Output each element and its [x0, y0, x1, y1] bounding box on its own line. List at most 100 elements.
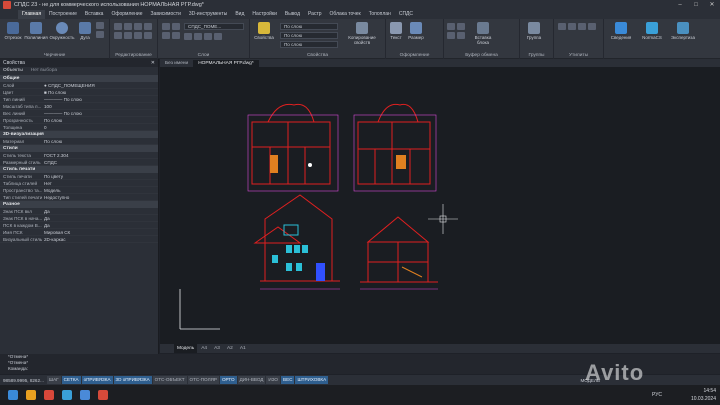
spds-taskbar-icon[interactable] [98, 390, 108, 400]
ribbon-tab[interactable]: Построение [45, 10, 81, 19]
close-button[interactable]: ✕ [704, 0, 720, 10]
text-button[interactable]: Текст [386, 22, 406, 40]
ribbon-tab[interactable]: Вид [231, 10, 248, 19]
ribbon-tab[interactable]: Растр [304, 10, 326, 19]
status-toggle[interactable]: оПРИВЯЗКА [81, 376, 113, 384]
status-toggle[interactable]: 3D оПРИВЯЗКА [113, 376, 152, 384]
status-toggle[interactable]: ДИН-ВВОД [237, 376, 266, 384]
property-row[interactable]: Пространство та... Модель [0, 187, 158, 194]
property-row[interactable]: Тип стилей печати Недоступно [0, 194, 158, 201]
doc-tab-untitled[interactable]: Без имени [160, 60, 193, 67]
property-row[interactable]: Толщина 0 [0, 124, 158, 131]
layout-tab[interactable]: А3 [211, 344, 223, 353]
expertise-button[interactable]: Экспертиза [668, 22, 698, 40]
close-panel-icon[interactable]: ✕ [151, 59, 158, 67]
property-row[interactable]: Стиль текста ГОСТ 2.304 [0, 152, 158, 159]
property-value[interactable]: По слою [42, 138, 158, 144]
property-value[interactable]: 2D-каркас [42, 236, 158, 242]
property-value[interactable]: Модель [42, 187, 158, 193]
property-value[interactable]: Мировая СК [42, 229, 158, 235]
properties-button[interactable]: Свойства [252, 22, 276, 40]
property-value[interactable]: ———— По слою [42, 110, 158, 116]
property-value[interactable]: 0 [42, 124, 158, 130]
layout-tab[interactable]: А1 [237, 344, 249, 353]
properties-section-header[interactable]: Стиль печати [0, 166, 158, 173]
property-value[interactable]: ГОСТ 2.304 [42, 152, 158, 158]
status-toggle[interactable]: ОРТО [219, 376, 237, 384]
linetype-select[interactable]: По слою [280, 32, 338, 39]
drawing-canvas[interactable] [160, 67, 720, 344]
properties-section-header[interactable]: Разное [0, 201, 158, 208]
ribbon-tab[interactable]: Оформление [107, 10, 146, 19]
tab-objects[interactable]: Объекты [3, 67, 23, 75]
ribbon-tab[interactable]: Вставка [81, 10, 108, 19]
normacs-button[interactable]: NormaCS [638, 22, 666, 40]
property-value[interactable]: Да [42, 215, 158, 221]
browser-icon[interactable] [44, 390, 54, 400]
status-toggle[interactable]: ШТРИХОВКА [295, 376, 329, 384]
property-row[interactable]: Размерный стиль СПДС [0, 159, 158, 166]
property-row[interactable]: Цвет ■ По слою [0, 89, 158, 96]
properties-section-header[interactable]: Общие [0, 75, 158, 82]
property-row[interactable]: Материал По слою [0, 138, 158, 145]
property-value[interactable]: ———— По слою [42, 96, 158, 102]
property-row[interactable]: Визуальный стиль 2D-каркас [0, 236, 158, 243]
ribbon-tab[interactable]: СПДС [395, 10, 417, 19]
property-row[interactable]: Слой ● СПДС_ПОМЕЩЕНИЯ [0, 82, 158, 89]
property-row[interactable]: Стиль печати По цвету [0, 173, 158, 180]
status-toggle[interactable]: ИЗО [266, 376, 281, 384]
property-row[interactable]: Знак ПСК вкл Да [0, 208, 158, 215]
ribbon-tab[interactable]: Вывод [281, 10, 304, 19]
property-value[interactable]: Нет [42, 180, 158, 186]
property-row[interactable]: Масштаб типа л... 100 [0, 103, 158, 110]
property-value[interactable]: 100 [42, 103, 158, 109]
status-toggle[interactable]: ОТС-ПОЛЯР [187, 376, 219, 384]
property-value[interactable]: ■ По слою [42, 89, 158, 95]
lineweight-select[interactable]: По слою [280, 41, 338, 48]
property-value[interactable]: Да [42, 208, 158, 214]
ribbon-tab[interactable]: Зависимости [147, 10, 185, 19]
info-button[interactable]: Сведения [606, 22, 636, 40]
status-toggle[interactable]: СЕТКА [61, 376, 81, 384]
layout-tab[interactable]: А2 [224, 344, 236, 353]
edge-icon[interactable] [62, 390, 72, 400]
tab-no-selection[interactable]: Нет выбора [31, 67, 57, 75]
group-button[interactable]: Группа [522, 22, 546, 40]
app-icon-2[interactable] [80, 390, 90, 400]
status-toggle[interactable]: ШАГ [46, 376, 61, 384]
property-row[interactable]: Знак ПСК в нача... Да [0, 215, 158, 222]
line-button[interactable]: Отрезок [2, 22, 24, 40]
language-indicator[interactable]: РУС [652, 391, 662, 399]
ribbon-tab[interactable]: 3D-инструменты [185, 10, 231, 19]
ribbon-tab[interactable]: Облака точек [326, 10, 365, 19]
property-row[interactable]: Тип линий ———— По слою [0, 96, 158, 103]
property-row[interactable]: Прозрачность По слою [0, 117, 158, 124]
layout-tab[interactable]: А4 [198, 344, 210, 353]
properties-section-header[interactable]: 3D-визуализация [0, 131, 158, 138]
property-row[interactable]: Вес линий ———— По слою [0, 110, 158, 117]
ribbon-tab[interactable]: Топоплан [365, 10, 395, 19]
maximize-button[interactable]: □ [688, 0, 704, 10]
minimize-button[interactable]: – [672, 0, 688, 10]
dimension-button[interactable]: Размер [406, 22, 426, 40]
status-toggle[interactable]: ОТС-ОБЪЕКТ [152, 376, 187, 384]
status-toggle[interactable]: ВЕС [281, 376, 295, 384]
start-icon[interactable] [8, 390, 18, 400]
property-value[interactable]: ● СПДС_ПОМЕЩЕНИЯ [42, 82, 158, 88]
property-value[interactable]: СПДС [42, 159, 158, 165]
property-row[interactable]: Таблица стилей Нет [0, 180, 158, 187]
circle-button[interactable]: Окружность [49, 22, 75, 40]
property-row[interactable]: ПСК в каждом В... Да [0, 222, 158, 229]
ribbon-tab[interactable]: Настройки [248, 10, 281, 19]
arc-button[interactable]: Дуга [76, 22, 94, 40]
property-row[interactable]: Имя ПСК Мировая СК [0, 229, 158, 236]
polyline-button[interactable]: Полилиния [24, 22, 48, 40]
property-value[interactable]: По слою [42, 117, 158, 123]
doc-tab-normal-rgr[interactable]: НОРМАЛЬНАЯ РГР.dwg* [193, 60, 259, 67]
property-value[interactable]: Да [42, 222, 158, 228]
color-select[interactable]: По слою [280, 23, 338, 30]
layer-select[interactable]: СПДС_ПОМЕ... [184, 23, 244, 30]
layout-tab[interactable]: Модель [174, 344, 198, 353]
ribbon-tab[interactable]: Главная [18, 10, 46, 19]
properties-section-header[interactable]: Стили [0, 145, 158, 152]
